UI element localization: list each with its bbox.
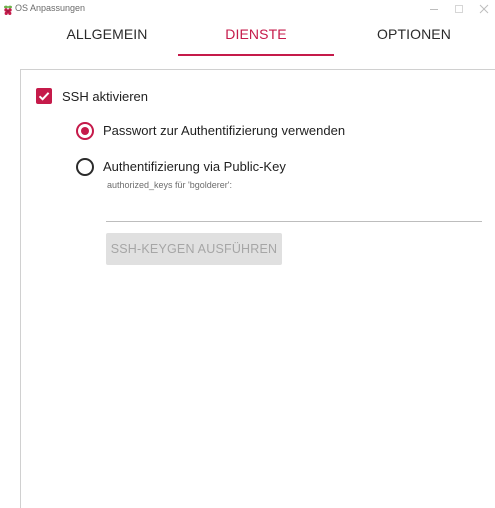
ssh-enable-checkbox[interactable]: [36, 88, 52, 104]
tab-optionen[interactable]: OPTIONEN: [362, 18, 466, 60]
raspberry-icon: [3, 3, 13, 15]
checkmark-icon: [38, 92, 50, 101]
public-key-auth-radio[interactable]: [76, 158, 94, 176]
maximize-button[interactable]: [452, 2, 466, 14]
title-bar: OS Anpassungen: [0, 0, 495, 18]
close-button[interactable]: [477, 2, 491, 14]
radio-selected-dot: [81, 127, 89, 135]
ssh-enable-label: SSH aktivieren: [62, 89, 148, 104]
run-ssh-keygen-button[interactable]: SSH-KEYGEN AUSFÜHREN: [106, 233, 282, 265]
authorized-keys-label: authorized_keys für 'bgolderer':: [107, 180, 233, 190]
window-title: OS Anpassungen: [15, 3, 86, 13]
tab-allgemein[interactable]: ALLGEMEIN: [52, 18, 162, 60]
tab-bar: ALLGEMEIN DIENSTE OPTIONEN: [0, 18, 495, 60]
password-auth-label: Passwort zur Authentifizierung verwenden: [103, 123, 346, 138]
authorized-keys-input[interactable]: [106, 196, 482, 222]
os-customization-window: OS Anpassungen ALLGEMEIN DIENSTE OPTIONE…: [0, 0, 495, 508]
minimize-button[interactable]: [427, 2, 441, 14]
active-tab-indicator: [178, 54, 334, 56]
public-key-auth-label: Authentifizierung via Public-Key: [103, 159, 286, 174]
password-auth-radio[interactable]: [76, 122, 94, 140]
